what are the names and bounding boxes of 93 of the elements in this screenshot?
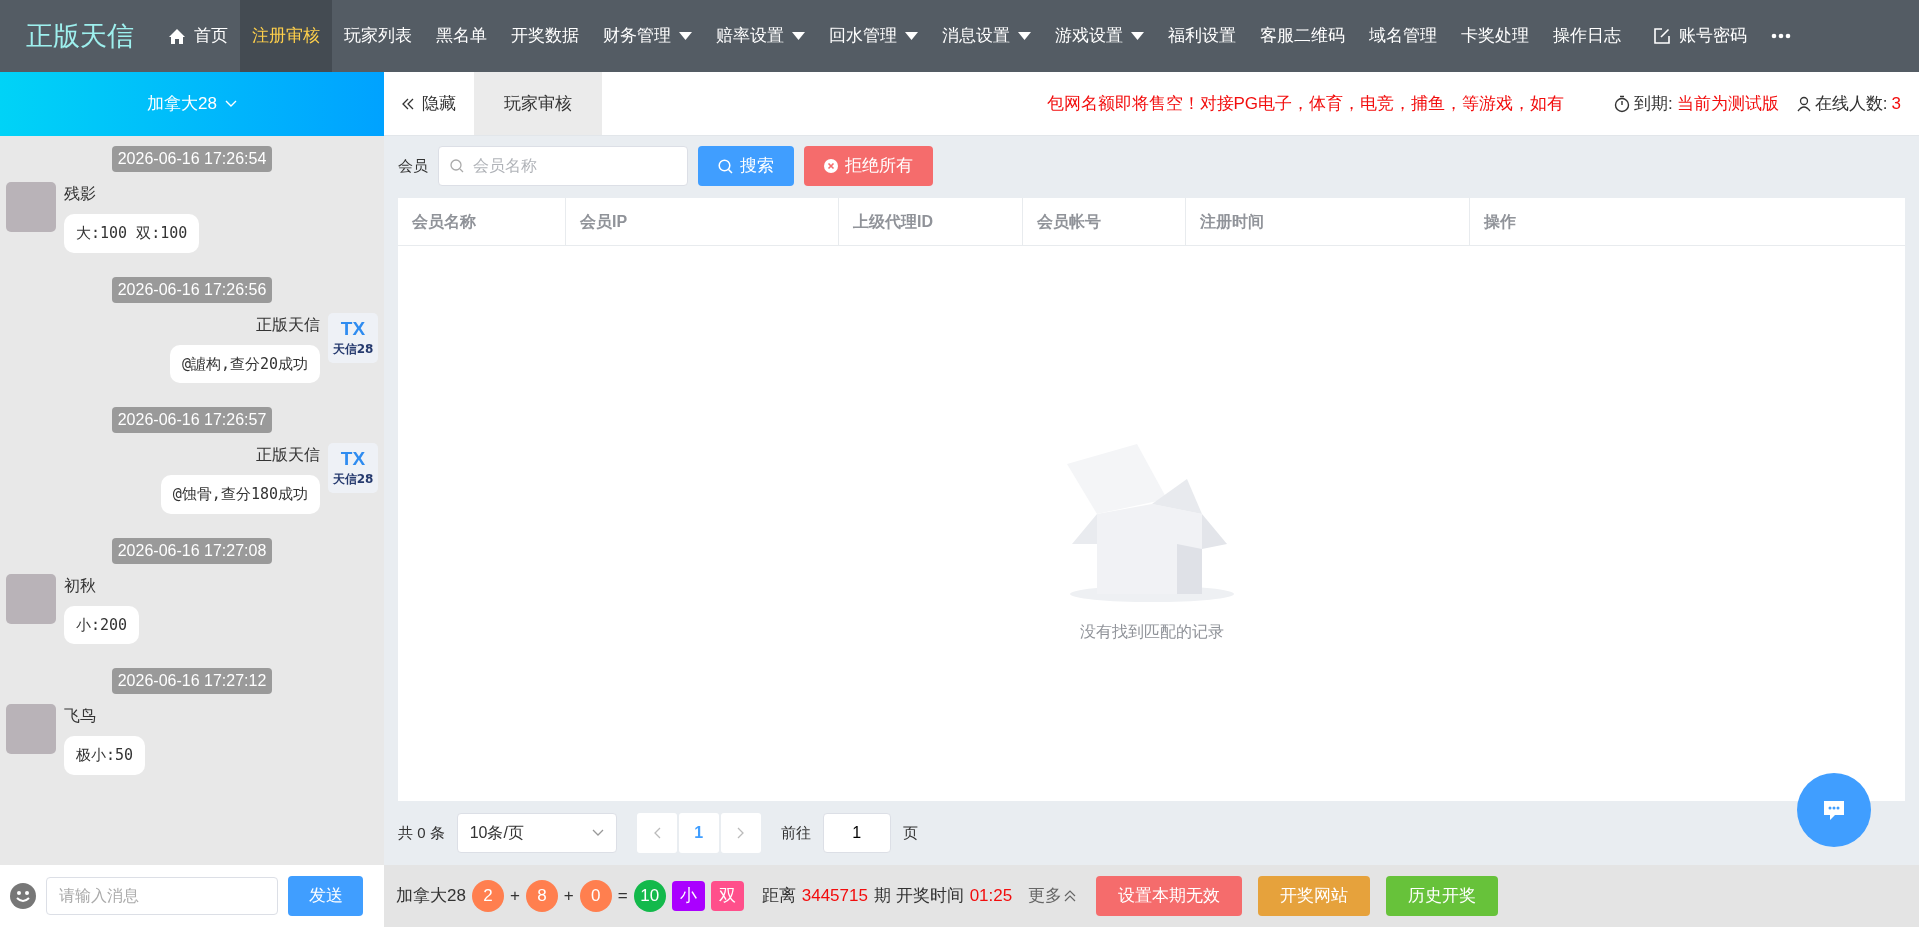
photo-placeholder <box>6 704 56 754</box>
nav-link[interactable]: 操作日志 <box>1541 0 1633 72</box>
timer-icon <box>1614 94 1631 113</box>
message-bubble: @謯构,查分20成功 <box>169 344 320 383</box>
online-count: 3 <box>1891 92 1901 115</box>
photo-placeholder <box>6 573 56 624</box>
result-ball: 10 <box>633 880 666 912</box>
filter-label: 会员 <box>398 155 428 176</box>
caret-down-icon <box>679 32 692 40</box>
more-icon[interactable] <box>1771 33 1791 39</box>
result-tag: 小 <box>671 881 705 911</box>
caret-down-icon <box>792 32 805 40</box>
operator-sign: = <box>617 885 628 908</box>
nav-link[interactable]: 消息设置 <box>930 0 1043 72</box>
double-chevron-up-icon <box>1064 890 1077 902</box>
chevron-left-icon <box>652 827 661 839</box>
column-header: 上级代理ID <box>839 198 1023 245</box>
nav-link[interactable]: 开奖数据 <box>499 0 591 72</box>
empty-message: 没有找到匹配的记录 <box>1079 621 1224 642</box>
nav-link[interactable]: 账号密码 <box>1641 0 1759 72</box>
nav-link[interactable]: 注册审核 <box>240 0 332 72</box>
home-icon <box>168 27 186 45</box>
sender-name: 残影 <box>64 184 96 204</box>
sender-name: 初秋 <box>64 575 96 596</box>
expiry-label: 到期: <box>1634 92 1673 115</box>
column-header: 注册时间 <box>1186 198 1470 245</box>
nav-link[interactable]: 黑名单 <box>424 0 499 72</box>
goto-page-input[interactable]: 1 <box>822 813 891 853</box>
notice-text: 包网名额即将售空！对接PG电子，体育，电竞，捕鱼，等游戏，如有 <box>1046 92 1565 115</box>
goto-label: 前往 <box>780 822 811 843</box>
nav-link[interactable]: 卡奖处理 <box>1449 0 1541 72</box>
message-bubble: @蚀骨,查分180成功 <box>160 475 320 514</box>
countdown-text: 01:25 <box>969 885 1013 908</box>
caret-down-icon <box>905 32 918 40</box>
message-timestamp: 2026-06-16 17:27:08 <box>111 537 273 564</box>
more-button[interactable]: 更多 <box>1024 883 1081 909</box>
nav-link[interactable]: 域名管理 <box>1357 0 1449 72</box>
message-input[interactable]: 请输入消息 <box>46 877 278 915</box>
nav-link[interactable]: 回水管理 <box>817 0 930 72</box>
photo-placeholder <box>6 182 56 232</box>
chevron-down-icon <box>224 100 237 108</box>
sender-name: 正版天信 <box>256 445 320 465</box>
chevron-right-icon <box>736 827 745 839</box>
sender-name: 正版天信 <box>256 314 320 335</box>
close-circle-icon <box>824 159 838 173</box>
operator-sign: + <box>563 885 574 908</box>
nav-link[interactable]: 客服二维码 <box>1248 0 1357 72</box>
nav-link[interactable]: 财务管理 <box>591 0 704 72</box>
operator-sign: + <box>509 885 520 908</box>
issue-number: 3445715 <box>801 885 868 908</box>
message-timestamp: 2026-06-16 17:27:12 <box>111 668 273 694</box>
message-timestamp: 2026-06-16 17:26:54 <box>111 146 273 172</box>
column-header: 会员名称 <box>398 198 566 245</box>
nav-link[interactable]: 福利设置 <box>1156 0 1248 72</box>
nav-link[interactable]: 游戏设置 <box>1043 0 1156 72</box>
logo-avatar: TX 天信28 <box>328 312 378 363</box>
emoji-icon[interactable] <box>10 883 36 909</box>
nav-link[interactable]: 赔率设置 <box>704 0 817 72</box>
column-header: 操作 <box>1482 211 1517 232</box>
nav-link[interactable]: 首页 <box>156 0 240 72</box>
message-timestamp: 2026-06-16 17:26:56 <box>111 276 273 303</box>
online-label: 在线人数: <box>1814 92 1888 115</box>
result-ball: 2 <box>471 880 504 912</box>
edit-icon <box>1653 27 1671 45</box>
column-header: 会员帐号 <box>1023 198 1186 245</box>
double-chevron-left-icon <box>402 97 414 110</box>
member-search-field[interactable]: 会员名称 <box>438 146 688 186</box>
page-label: 页 <box>902 822 918 843</box>
page-size-select[interactable]: 10条/页 <box>456 813 617 853</box>
logo-avatar: TX 天信28 <box>328 443 378 493</box>
result-tag: 双 <box>710 881 744 911</box>
message-timestamp: 2026-06-16 17:26:57 <box>111 407 273 433</box>
sender-name: 飞鸟 <box>64 706 96 726</box>
column-header: 会员IP <box>566 198 839 245</box>
draw-time-label: 期 开奖时间 <box>873 885 964 908</box>
message-bubble: 小:200 <box>64 605 140 644</box>
caret-down-icon <box>1131 32 1144 40</box>
total-count: 共 0 条 <box>398 822 445 843</box>
caret-down-icon <box>1018 32 1031 40</box>
chevron-down-icon <box>591 829 604 837</box>
page-tab[interactable]: 玩家审核 <box>474 72 602 135</box>
result-ball: 0 <box>579 880 612 912</box>
nav-link[interactable]: 玩家列表 <box>332 0 424 72</box>
message-bubble: 大:100 双:100 <box>64 214 200 253</box>
brand-logo: 正版天信 <box>25 18 135 53</box>
game-name: 加拿大28 <box>396 885 466 908</box>
user-icon <box>1796 95 1811 112</box>
expiry-value: 当前为测试版 <box>1676 92 1779 115</box>
chat-bubble-icon <box>1822 799 1846 821</box>
result-ball: 8 <box>525 880 558 912</box>
message-bubble: 极小:50 <box>64 736 146 775</box>
distance-label: 距离 <box>761 885 796 908</box>
search-icon <box>718 158 733 174</box>
